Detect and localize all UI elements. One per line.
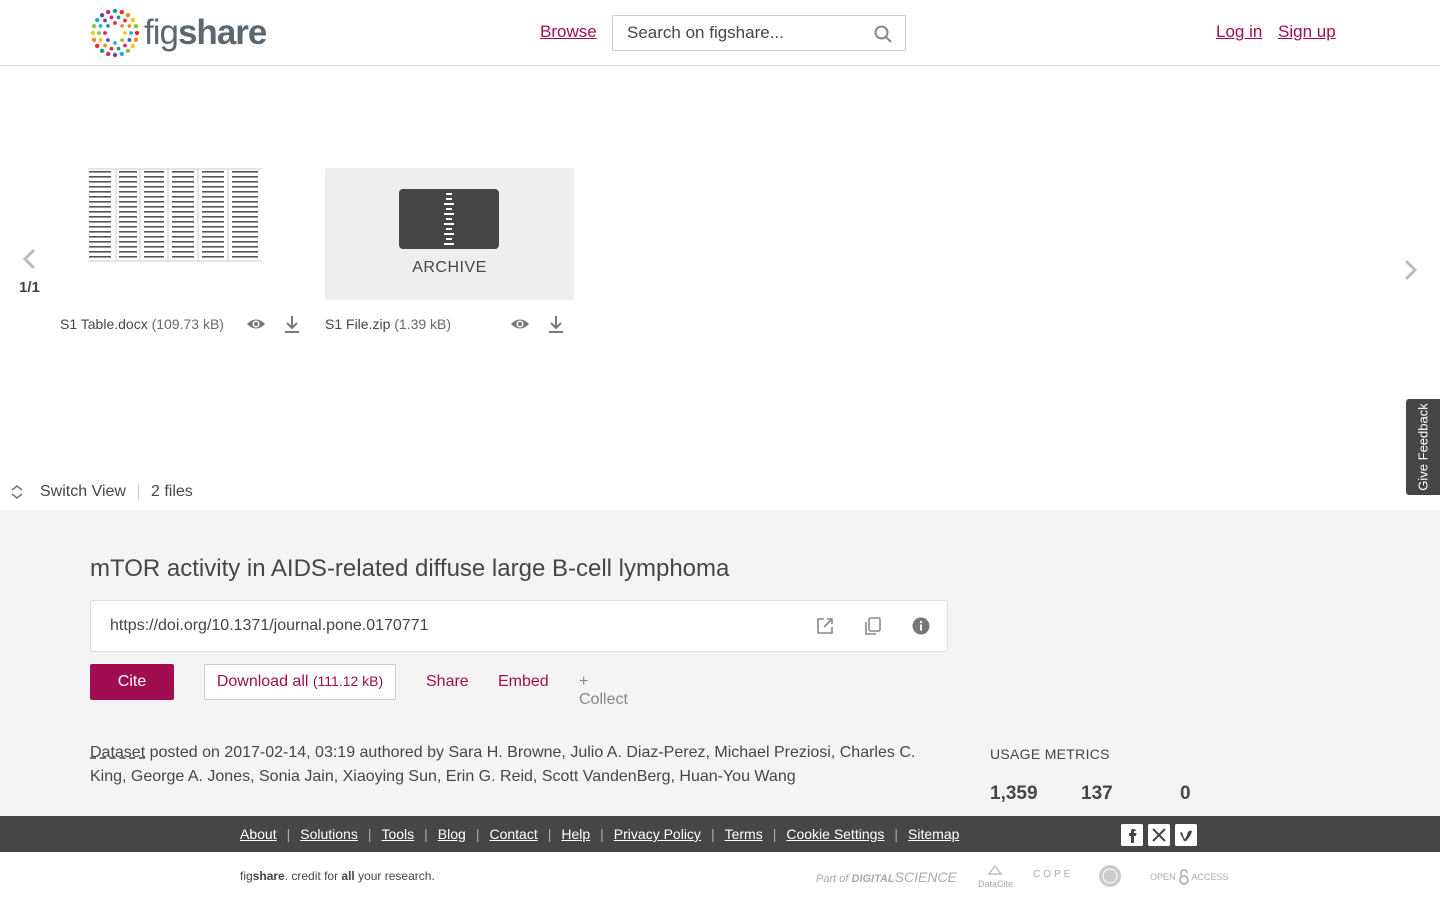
archive-icon [399,189,499,249]
footer-link-about[interactable]: About [240,826,277,842]
footer-divider: | [367,826,372,842]
footer-nav: About | Solutions | Tools | Blog | Contact | Help |… [0,816,1440,852]
give-feedback-label: Give Feedback [1415,403,1431,491]
zip-thumbnail[interactable]: ARCHIVE [325,168,574,300]
figshare-logo[interactable]: figshare [90,8,267,58]
switch-view-button[interactable]: Switch View [40,483,126,501]
footer-link-tools[interactable]: Tools [381,826,414,842]
footer-divider: | [710,826,715,842]
footer-link-contact[interactable]: Contact [489,826,537,842]
footer-link-sitemap[interactable]: Sitemap [908,826,959,842]
datacite-logo[interactable]: DataCite [978,864,1013,889]
browse-link[interactable]: Browse [540,22,597,42]
footer-link-terms[interactable]: Terms [725,826,763,842]
share-button[interactable]: Share [426,673,469,691]
footer-link-cookie-settings[interactable]: Cookie Settings [786,826,884,842]
docx-thumbnail[interactable] [86,167,262,263]
download-icon[interactable] [546,314,566,334]
item-type-link[interactable]: Dataset [90,744,145,761]
footer-link-blog[interactable]: Blog [438,826,466,842]
external-link-icon[interactable] [815,616,835,636]
divider [137,483,139,501]
footer-link-privacy-policy[interactable]: Privacy Policy [614,826,701,842]
footer-divider: | [286,826,291,842]
eye-icon[interactable] [246,314,266,334]
embed-button[interactable]: Embed [498,673,549,691]
archive-label: ARCHIVE [412,259,487,276]
usage-metrics-title: USAGE METRICS [990,746,1110,762]
footer-divider: | [547,826,552,842]
search-icon[interactable] [873,24,893,44]
signup-link[interactable]: Sign up [1278,22,1336,42]
file-count: 2 files [150,483,193,500]
cope-logo[interactable]: COPE [1033,869,1073,880]
download-all-button[interactable]: Download all (111.12 kB) [204,664,396,700]
previous-arrow-icon[interactable] [18,247,42,271]
usage-downloads: 137 [1081,783,1113,804]
collect-button[interactable]: + Collect [579,673,628,709]
file-name-zip: S1 File.zip (1.39 kB) [325,316,452,332]
cite-button[interactable]: Cite [90,664,174,700]
footer-divider: | [475,826,480,842]
footer-links: About | Solutions | Tools | Blog | Contact | Help |… [240,826,959,842]
footer-divider: | [424,826,428,842]
digital-science-logo[interactable]: Part of DIGITALSCIENCE [816,869,957,885]
item-title: mTOR activity in AIDS-related diffuse la… [90,555,730,582]
usage-citations: 0 [1180,783,1191,804]
info-icon[interactable] [911,616,931,636]
switch-view-icon[interactable] [10,484,24,500]
x-icon[interactable] [1148,824,1170,846]
open-access-logo[interactable]: OPEN ACCESS [1150,869,1229,885]
give-feedback-tab[interactable]: Give Feedback [1406,399,1440,495]
item-metadata: Dataset posted on 2017-02-14, 03:19 auth… [90,741,930,789]
eye-icon[interactable] [510,314,530,334]
copy-icon[interactable] [863,616,883,636]
file-name-docx: S1 Table.docx (109.73 kB) [60,316,224,332]
open-lock-icon [1178,869,1189,885]
footer-tagline: figshare. credit for all your research. [240,869,435,883]
logo-text: figshare [144,13,267,52]
doi-link[interactable]: https://doi.org/10.1371/journal.pone.017… [110,617,428,635]
footer-bottom: figshare. credit for all your research. … [0,852,1440,900]
page-indicator: 1/1 [19,279,40,296]
footer-divider: | [894,826,899,842]
login-link[interactable]: Log in [1216,22,1262,42]
datacite-mark-icon [987,864,1003,875]
switch-view-bar: Switch View 2 files [10,482,193,502]
search-box[interactable] [612,15,906,51]
search-input[interactable] [613,23,863,43]
footer-link-solutions[interactable]: Solutions [300,826,358,842]
oa-seal-icon[interactable] [1098,864,1122,891]
facebook-icon[interactable] [1121,824,1143,846]
vimeo-icon[interactable] [1175,824,1197,846]
file-preview-area: 1/1 S1 Table.docx (109.73 kB) ARCHIVE S1… [0,67,1440,510]
usage-views: 1,359 [990,783,1038,804]
item-details: mTOR activity in AIDS-related diffuse la… [0,510,1440,816]
footer-divider: | [600,826,604,842]
table-preview-icon [88,168,262,262]
download-icon[interactable] [282,314,302,334]
site-header: figshare Browse Log in Sign up [0,0,1440,66]
figshare-logo-mark-icon [90,8,140,58]
footer-divider: | [772,826,777,842]
footer-link-help[interactable]: Help [561,826,590,842]
next-arrow-icon[interactable] [1398,258,1422,282]
doi-box: https://doi.org/10.1371/journal.pone.017… [90,600,948,652]
posted-authors: posted on 2017-02-14, 03:19 authored by … [90,744,916,785]
